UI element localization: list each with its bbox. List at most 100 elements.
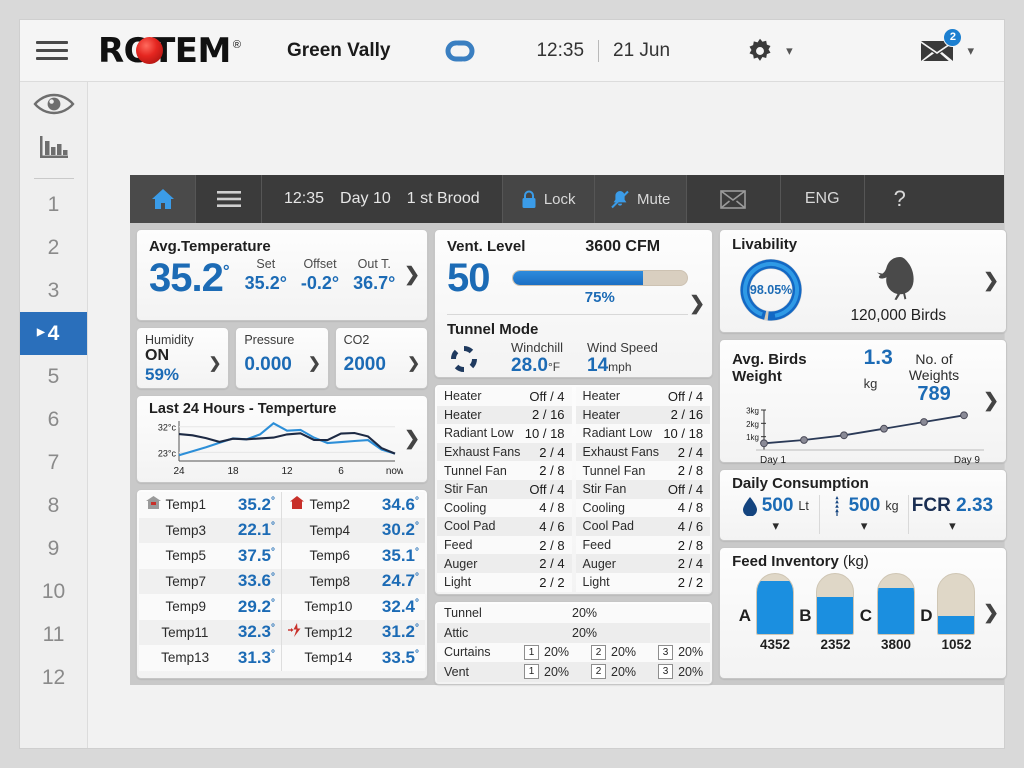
- chevron-down-icon[interactable]: ▾: [909, 518, 996, 534]
- ventilation-card[interactable]: Vent. Level 3600 CFM 50 75% Tunnel Mode …: [434, 229, 714, 378]
- sidebar-item-house-1[interactable]: 1: [20, 183, 87, 226]
- chevron-right-icon[interactable]: ❯: [404, 428, 420, 451]
- device-status-row[interactable]: Cooling 4 / 8: [575, 498, 711, 518]
- device-status-row[interactable]: Auger 2 / 4: [437, 554, 572, 573]
- device-status-row[interactable]: Stir Fan Off / 4: [437, 479, 572, 499]
- device-status-row[interactable]: Heater Off / 4: [575, 387, 711, 406]
- humidity-card[interactable]: Humidity ON 59% ❯: [136, 327, 230, 389]
- feed-inventory-card[interactable]: Feed Inventory (kg) A 4352 B 2352 C 3800 D 1052…: [719, 547, 1008, 679]
- temperature-cell[interactable]: Temp4 30.2°: [282, 518, 425, 544]
- device-status-row[interactable]: Cool Pad 4 / 6: [437, 517, 572, 536]
- feed-silo[interactable]: A 4352: [739, 573, 794, 652]
- toolbar-messages-button[interactable]: [687, 175, 781, 223]
- temperature-cell[interactable]: Temp3 22.1°: [139, 517, 282, 543]
- device-status-row[interactable]: Feed 2 / 8: [437, 535, 572, 555]
- link-chain-icon[interactable]: [442, 39, 478, 63]
- fcr-cell[interactable]: FCR 2.33 ▾: [909, 495, 996, 534]
- temperature-cell[interactable]: Temp6 35.1°: [282, 543, 425, 569]
- sidebar-item-house-11[interactable]: 11: [20, 613, 87, 656]
- device-status-row[interactable]: Radiant Low 10 / 18: [437, 424, 572, 443]
- device-status-row[interactable]: Tunnel Fan 2 / 8: [575, 461, 711, 480]
- sidebar-item-charts[interactable]: [20, 126, 87, 170]
- sidebar-item-overview[interactable]: [20, 82, 87, 126]
- sidebar-item-house-9[interactable]: 9: [20, 527, 87, 570]
- sidebar-item-house-2[interactable]: 2: [20, 226, 87, 269]
- co2-card[interactable]: CO2 2000 ❯: [334, 327, 428, 389]
- chevron-right-icon[interactable]: ❯: [689, 292, 705, 315]
- chevron-right-icon[interactable]: ❯: [407, 354, 420, 372]
- temperature-cell[interactable]: Temp10 32.4°: [282, 594, 425, 620]
- device-status-row[interactable]: Exhaust Fans 2 / 4: [437, 442, 572, 462]
- temperature-cell[interactable]: Temp13 31.3°: [139, 645, 282, 671]
- toolbar-language-button[interactable]: ENG: [781, 175, 865, 223]
- device-name: Auger: [582, 556, 616, 571]
- sidebar-item-house-8[interactable]: 8: [20, 484, 87, 527]
- messages-button[interactable]: 2 ▾: [919, 27, 974, 64]
- chevron-right-icon[interactable]: ❯: [983, 270, 999, 293]
- device-status-row[interactable]: Heater 2 / 16: [575, 405, 711, 425]
- device-status-row[interactable]: Cool Pad 4 / 6: [575, 517, 711, 536]
- opening-row[interactable]: Vent 1 20% 2 20% 3 20%: [437, 662, 711, 682]
- sidebar-item-house-4[interactable]: 4: [20, 312, 87, 355]
- last-24h-temperature-chart: 32°c 23°c 24 18 12 6 now: [158, 421, 405, 477]
- feed-silo[interactable]: B 2352: [799, 573, 855, 652]
- temperature-sensor-value: 32.4°: [381, 596, 419, 616]
- chevron-right-icon[interactable]: ❯: [983, 390, 999, 413]
- feed-consumption-cell[interactable]: 500 kg ▾: [820, 495, 909, 534]
- device-status-row[interactable]: Exhaust Fans 2 / 4: [575, 442, 711, 462]
- settings-menu-button[interactable]: ▾: [746, 37, 793, 65]
- water-consumption-cell[interactable]: 500 Lt ▾: [732, 495, 821, 534]
- device-status-row[interactable]: Feed 2 / 8: [575, 535, 711, 555]
- opening-row[interactable]: Curtains 1 20% 2 20% 3 20%: [437, 642, 711, 663]
- toolbar-lock-button[interactable]: Lock: [502, 175, 595, 223]
- temperature-sensor-value: 24.7°: [381, 571, 419, 591]
- chevron-right-icon[interactable]: ❯: [308, 354, 321, 372]
- device-status-row[interactable]: Light 2 / 2: [437, 572, 572, 592]
- temperature-cell[interactable]: Temp8 24.7°: [282, 569, 425, 595]
- temperature-cell[interactable]: Temp2 34.6°: [282, 492, 425, 518]
- pressure-card[interactable]: Pressure 0.000 ❯: [235, 327, 329, 389]
- sidebar-item-house-12[interactable]: 12: [20, 656, 87, 699]
- device-status-row[interactable]: Light 2 / 2: [575, 572, 711, 592]
- avg-temperature-card[interactable]: Avg.Temperature 35.2° Set 35.2° Offset -…: [136, 229, 428, 321]
- temperature-sensor-name: Temp3: [165, 522, 206, 538]
- device-status-row[interactable]: Auger 2 / 4: [575, 554, 711, 573]
- chevron-right-icon[interactable]: ❯: [209, 354, 222, 372]
- chevron-down-icon[interactable]: ▾: [732, 518, 819, 534]
- feed-silo[interactable]: C 3800: [860, 573, 915, 652]
- temperature-cell[interactable]: Temp12 31.2°: [282, 620, 425, 646]
- sidebar-item-house-3[interactable]: 3: [20, 269, 87, 312]
- bird-weight-card[interactable]: Avg. Birds Weight 1.3 kg No. of Weights …: [719, 339, 1024, 466]
- opening-row[interactable]: Attic 20%: [437, 623, 711, 643]
- device-status-row[interactable]: Radiant Low 10 / 18: [575, 424, 711, 443]
- device-status-row[interactable]: Tunnel Fan 2 / 8: [437, 461, 572, 480]
- silo-column: 2352: [816, 573, 855, 652]
- device-status-row[interactable]: Heater 2 / 16: [437, 405, 572, 425]
- device-status-row[interactable]: Heater Off / 4: [437, 387, 572, 406]
- lock-icon: [522, 190, 536, 208]
- chevron-right-icon[interactable]: ❯: [404, 264, 420, 287]
- temperature-cell[interactable]: Temp9 29.2°: [139, 594, 282, 620]
- temperature-cell[interactable]: Temp14 33.5°: [282, 645, 425, 671]
- chevron-right-icon[interactable]: ❯: [983, 602, 999, 625]
- sidebar-item-house-6[interactable]: 6: [20, 398, 87, 441]
- toolbar-mute-button[interactable]: Mute: [594, 175, 687, 223]
- feed-silo[interactable]: D 1052: [920, 573, 976, 652]
- device-status-row[interactable]: Stir Fan Off / 4: [575, 479, 711, 499]
- temperature-cell[interactable]: Temp7 33.6°: [139, 568, 282, 594]
- temperature-cell[interactable]: Temp1 35.2°: [139, 492, 282, 518]
- sidebar-item-house-7[interactable]: 7: [20, 441, 87, 484]
- sidebar-item-house-5[interactable]: 5: [20, 355, 87, 398]
- toolbar-menu-button[interactable]: [196, 175, 262, 223]
- livability-card[interactable]: Livability 98.05% 120,000 Birds ❯: [719, 229, 1008, 333]
- last-24h-temperature-card[interactable]: Last 24 Hours - Temperture 32°c 23°c 24 18 1…: [136, 395, 428, 483]
- temperature-cell[interactable]: Temp11 32.3°: [139, 619, 282, 645]
- opening-row[interactable]: Tunnel 20%: [437, 603, 711, 624]
- device-status-row[interactable]: Cooling 4 / 8: [437, 498, 572, 518]
- temperature-cell[interactable]: Temp5 37.5°: [139, 543, 282, 569]
- sidebar-item-house-10[interactable]: 10: [20, 570, 87, 613]
- toolbar-home-button[interactable]: [130, 175, 196, 223]
- chevron-down-icon[interactable]: ▾: [820, 518, 907, 534]
- main-menu-button[interactable]: [20, 41, 84, 60]
- toolbar-help-button[interactable]: ?: [865, 175, 935, 223]
